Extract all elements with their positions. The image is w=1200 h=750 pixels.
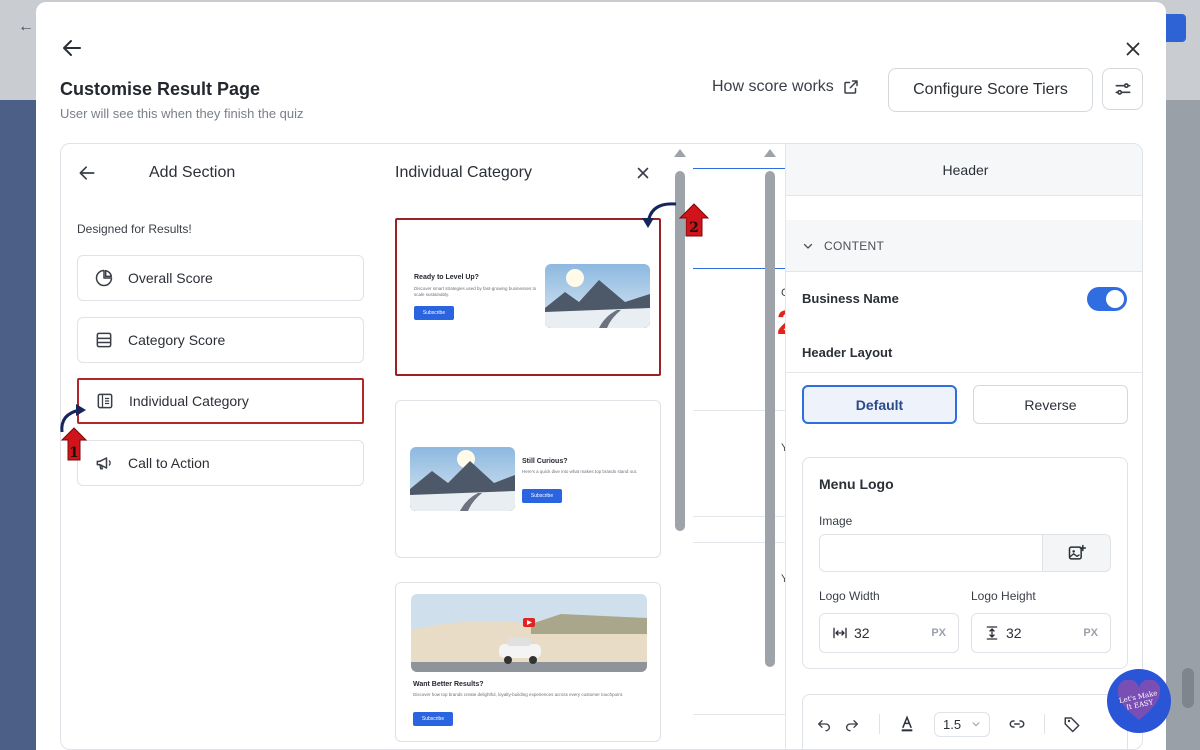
template-text: Here's a quick dive into what makes top … [522, 469, 638, 474]
content-section-label: CONTENT [824, 238, 885, 253]
logo-height-label: Logo Height [971, 589, 1036, 603]
template-card-text-left[interactable]: Ready to Level Up? Discover smart strate… [395, 218, 661, 376]
step-marker-number: 1 [69, 445, 79, 461]
section-item-call-to-action[interactable]: Call to Action [77, 440, 364, 486]
image-label: Image [819, 514, 853, 528]
layout-reverse-button[interactable]: Reverse [973, 385, 1128, 424]
section-item-overall-score[interactable]: Overall Score [77, 255, 364, 301]
backdrop-right-panel [1166, 100, 1200, 750]
template-heading: Want Better Results? [413, 681, 484, 688]
scroll-up-arrow-icon[interactable] [674, 149, 686, 157]
panel-close-icon[interactable] [634, 164, 652, 182]
page-title: Customise Result Page [60, 79, 261, 99]
customise-result-modal: Customise Result Page User will see this… [36, 2, 1166, 750]
template-subscribe-button: Subscribe [414, 306, 454, 320]
scrollbar-thumb[interactable] [765, 171, 775, 667]
template-subscribe-button: Subscribe [413, 712, 453, 726]
template-card-image-top[interactable]: Want Better Results? Discover how top br… [395, 582, 661, 742]
unit-label: PX [931, 627, 946, 639]
car-beach-image [411, 594, 647, 672]
section-item-individual-category[interactable]: Individual Category [77, 378, 364, 424]
logo-width-label: Logo Width [819, 589, 880, 603]
width-icon [833, 627, 847, 639]
toolbar-separator [879, 714, 880, 734]
add-section-back-icon[interactable] [77, 163, 97, 183]
business-name-label: Business Name [802, 291, 899, 306]
step-marker-1: 1 [58, 402, 90, 461]
upload-image-button[interactable] [1042, 534, 1111, 572]
template-heading: Still Curious? [522, 458, 568, 465]
logo-height-input[interactable]: 32 PX [971, 613, 1111, 653]
section-divider [786, 372, 1142, 373]
menu-logo-label: Menu Logo [819, 476, 894, 492]
configure-score-tiers-button[interactable]: Configure Score Tiers [888, 68, 1093, 112]
preview-divider [693, 714, 785, 715]
chevron-down-icon [803, 243, 813, 249]
chevron-down-icon [972, 722, 980, 727]
back-arrow-icon[interactable] [60, 36, 84, 60]
document-list-icon [97, 393, 113, 409]
logo-width-value: 32 [854, 625, 870, 641]
section-item-label: Overall Score [128, 270, 213, 286]
add-section-subtitle: Designed for Results! [77, 222, 192, 236]
template-subscribe-button: Subscribe [522, 489, 562, 503]
undo-icon[interactable] [815, 715, 833, 733]
text-format-toolbar: 1.5 [802, 694, 1128, 749]
settings-header-title: Header [786, 144, 1142, 196]
list-box-icon [96, 332, 112, 348]
mountain-road-image [410, 447, 515, 511]
scroll-up-arrow-icon[interactable] [764, 149, 776, 157]
individual-category-title: Individual Category [395, 164, 532, 181]
editor-frame: Add Section Designed for Results! Overal… [60, 143, 1143, 750]
header-settings-panel: Header CONTENT Business Name Header Layo… [785, 144, 1142, 749]
add-section-title: Add Section [149, 164, 236, 181]
template-card-image-left[interactable]: Still Curious? Here's a quick dive into … [395, 400, 661, 558]
section-item-label: Call to Action [128, 455, 210, 471]
how-score-works-link[interactable]: How score works [712, 78, 860, 96]
preview-scrollbar[interactable] [763, 149, 777, 669]
toolbar-separator [1044, 714, 1046, 734]
how-score-works-label: How score works [712, 78, 834, 95]
link-icon[interactable] [1008, 715, 1026, 733]
watermark-badge: Let's Make It EASY [1107, 669, 1171, 733]
backdrop-back-icon: ← [18, 18, 34, 35]
height-icon [986, 626, 998, 640]
pie-chart-icon [95, 269, 113, 287]
menu-logo-card: Menu Logo Image Logo Width Logo Height 3… [802, 457, 1128, 669]
content-section-toggle[interactable]: CONTENT [786, 220, 1142, 272]
business-name-toggle[interactable] [1087, 287, 1127, 311]
template-heading: Ready to Level Up? [414, 274, 479, 281]
backdrop-scrollbar [1182, 668, 1194, 708]
close-icon[interactable] [1122, 38, 1144, 60]
sliders-icon [1115, 83, 1130, 95]
page-subtitle: User will see this when they finish the … [60, 106, 304, 121]
header-layout-label: Header Layout [802, 345, 893, 360]
mountain-road-image [545, 264, 650, 328]
section-item-label: Individual Category [129, 393, 249, 409]
layout-default-button[interactable]: Default [802, 385, 957, 424]
tag-icon[interactable] [1063, 715, 1081, 733]
add-section-panel: Add Section Designed for Results! Overal… [61, 144, 383, 749]
step-marker-2: 2 [642, 198, 710, 237]
external-link-icon [844, 80, 858, 94]
logo-width-input[interactable]: 32 PX [819, 613, 959, 653]
backdrop-left-panel [0, 100, 36, 750]
template-text: Discover smart strategies used by fast-g… [414, 286, 537, 297]
logo-height-value: 32 [1006, 625, 1022, 641]
section-item-category-score[interactable]: Category Score [77, 317, 364, 363]
line-height-select[interactable]: 1.5 [934, 711, 991, 737]
unit-label: PX [1083, 627, 1098, 639]
backdrop-primary-button [1166, 14, 1186, 42]
settings-button[interactable] [1102, 68, 1143, 110]
template-text: Discover how top brands create delightfu… [413, 692, 624, 697]
line-height-value: 1.5 [943, 716, 962, 732]
text-color-icon[interactable] [898, 715, 916, 733]
image-url-input[interactable] [819, 534, 1043, 572]
add-image-icon [1068, 544, 1086, 560]
section-item-label: Category Score [128, 332, 226, 348]
step-marker-number: 2 [689, 220, 699, 236]
redo-icon[interactable] [843, 715, 861, 733]
